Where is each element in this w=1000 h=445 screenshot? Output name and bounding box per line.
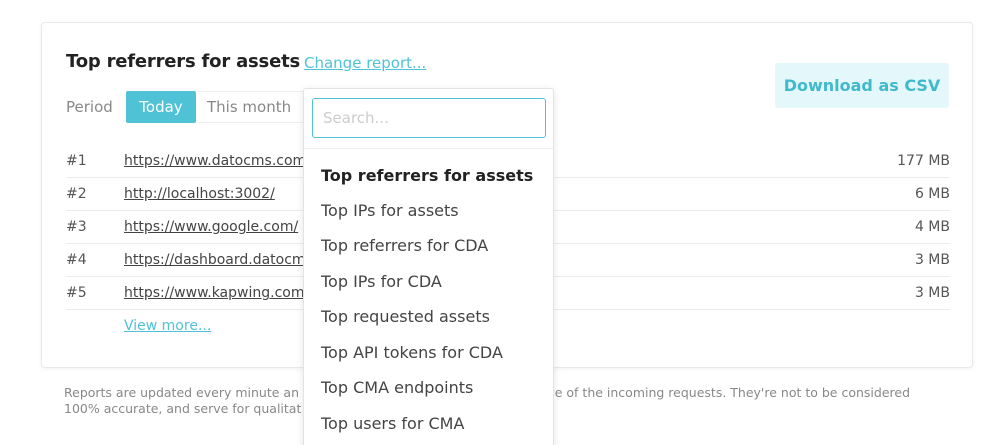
report-search-input[interactable] <box>312 98 546 138</box>
row-size: 3 MB <box>914 252 950 268</box>
row-size: 4 MB <box>914 219 950 235</box>
footnote-line1-left: Reports are updated every minute an <box>64 385 299 400</box>
row-url-link[interactable]: http://localhost:3002/ <box>124 186 275 202</box>
row-url-link[interactable]: https://www.google.com/ <box>124 219 298 235</box>
menu-item-top-requested-assets[interactable]: Top requested assets <box>321 307 490 326</box>
row-rank: #4 <box>66 252 87 268</box>
change-report-link[interactable]: Change report... <box>304 54 426 72</box>
download-csv-button[interactable]: Download as CSV <box>775 63 949 108</box>
menu-item-top-api-tokens-cda[interactable]: Top API tokens for CDA <box>321 343 503 362</box>
menu-item-top-referrers-assets[interactable]: Top referrers for assets <box>321 166 533 185</box>
row-rank: #1 <box>66 153 87 169</box>
row-size: 3 MB <box>914 285 950 301</box>
menu-item-top-ips-cda[interactable]: Top IPs for CDA <box>321 272 442 291</box>
view-more-link[interactable]: View more... <box>124 318 211 334</box>
period-today-button[interactable]: Today <box>126 91 196 123</box>
row-rank: #5 <box>66 285 87 301</box>
row-size: 177 MB <box>897 153 950 169</box>
footnote-line2: 100% accurate, and serve for qualitat <box>64 401 302 416</box>
row-url-link[interactable]: https://dashboard.datocm <box>124 252 306 268</box>
menu-item-top-referrers-cda[interactable]: Top referrers for CDA <box>321 236 488 255</box>
row-url-link[interactable]: https://www.kapwing.com <box>124 285 304 301</box>
menu-item-top-users-cma[interactable]: Top users for CMA <box>321 414 464 433</box>
menu-item-top-ips-assets[interactable]: Top IPs for assets <box>321 201 459 220</box>
row-url-link[interactable]: https://www.datocms.com <box>124 153 306 169</box>
report-title: Top referrers for assets <box>66 51 300 72</box>
row-size: 6 MB <box>914 186 950 202</box>
row-rank: #2 <box>66 186 87 202</box>
footnote-line1-right: rce of the incoming requests. They're no… <box>543 385 910 400</box>
menu-item-top-cma-endpoints[interactable]: Top CMA endpoints <box>321 378 473 397</box>
row-rank: #3 <box>66 219 87 235</box>
period-label: Period <box>66 98 113 116</box>
report-dropdown-menu: Top referrers for assets Top IPs for ass… <box>303 88 554 445</box>
period-this-month-button[interactable]: This month <box>198 91 308 123</box>
dropdown-search-area <box>304 89 553 149</box>
